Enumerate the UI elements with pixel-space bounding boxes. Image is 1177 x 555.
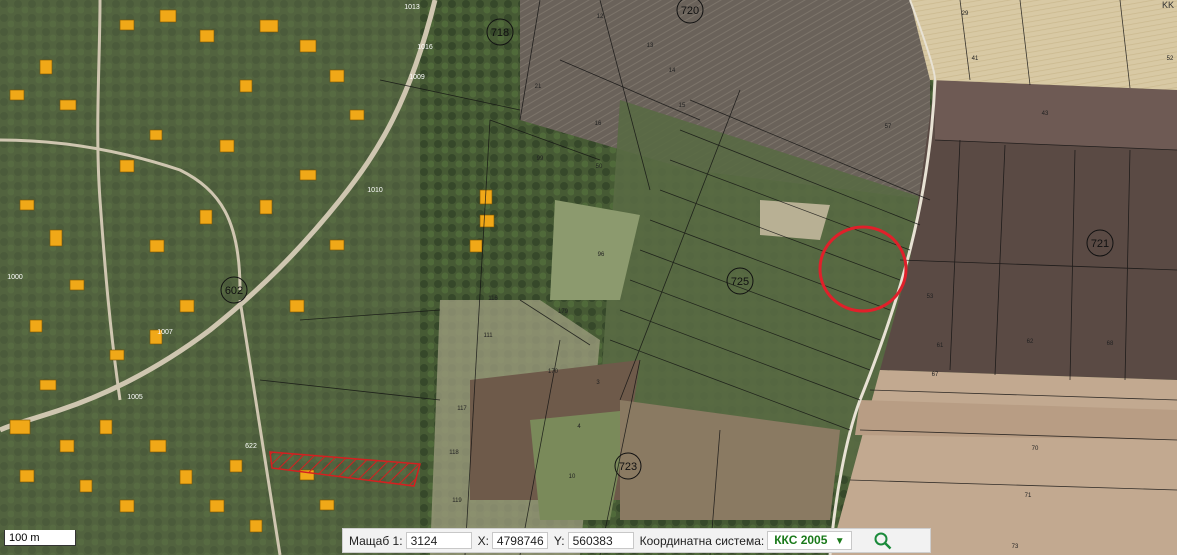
crs-value: ККС 2005 [774, 533, 828, 547]
parcel-subnumber: 118 [449, 450, 459, 456]
parcel-number-1010: 1010 [367, 187, 383, 194]
svg-text:1016: 1016 [417, 44, 433, 51]
scale-bar-label: 100 m [9, 532, 40, 544]
parcel-subnumber: 68 [1107, 341, 1114, 347]
parcel-subnumber: 15 [679, 103, 686, 109]
parcel-subnumber: 73 [1012, 544, 1019, 550]
parcel-subnumber: 29 [962, 11, 969, 17]
svg-text:1005: 1005 [127, 394, 143, 401]
parcel-number-1016: 1016 [417, 44, 433, 51]
coordinate-toolbar: Мащаб 1: 3124 X: 4798746 Y: 560383 Коорд… [342, 528, 931, 553]
svg-text:720: 720 [681, 5, 699, 17]
parcel-subnumber: 52 [1167, 56, 1174, 62]
parcel-subnumber: 62 [1027, 339, 1034, 345]
scale-label: Мащаб 1: [349, 533, 403, 548]
svg-text:1000: 1000 [7, 274, 23, 281]
parcel-subnumber: 57 [885, 124, 892, 130]
parcel-subnumber: 67 [932, 372, 939, 378]
y-label: Y: [553, 533, 565, 548]
corner-text: KK [1162, 0, 1174, 10]
svg-text:1009: 1009 [409, 74, 425, 81]
parcel-number-1007: 1007 [157, 329, 173, 336]
parcel-subnumber: 170 [548, 369, 559, 375]
svg-text:723: 723 [619, 461, 637, 473]
parcel-subnumber: 21 [535, 84, 542, 90]
svg-text:602: 602 [225, 285, 243, 297]
parcel-number-1013: 1013 [404, 4, 420, 11]
parcel-subnumber: 70 [1032, 446, 1039, 452]
x-label: X: [477, 533, 489, 548]
parcel-subnumber: 71 [1025, 493, 1032, 499]
search-icon[interactable] [872, 530, 894, 552]
parcel-number-1005: 1005 [127, 394, 143, 401]
parcel-subnumber: 43 [1042, 111, 1049, 117]
svg-text:721: 721 [1091, 238, 1109, 250]
parcel-number-1000: 1000 [7, 274, 23, 281]
parcel-subnumber: 41 [972, 56, 979, 62]
parcel-subnumber: 179 [558, 309, 569, 315]
parcel-subnumber: 12 [597, 14, 604, 20]
parcel-subnumber: 119 [452, 498, 462, 504]
parcel-subnumber: 10 [569, 474, 576, 480]
parcel-subnumber: 53 [927, 294, 934, 300]
svg-text:622: 622 [245, 443, 257, 450]
cadastral-map[interactable]: 7187207217257236026221009101010051013101… [0, 0, 1177, 555]
parcel-number-1009: 1009 [409, 74, 425, 81]
crs-label: Координатна система: [639, 533, 765, 548]
scale-input[interactable]: 3124 [405, 532, 472, 549]
svg-text:1013: 1013 [404, 4, 420, 11]
parcel-subnumber: 116 [488, 296, 498, 302]
parcel-subnumber: 14 [669, 68, 676, 74]
scale-bar: 100 m [4, 530, 76, 546]
svg-text:725: 725 [731, 276, 749, 288]
x-coordinate-field[interactable]: 4798746 [491, 532, 548, 549]
parcel-subnumber: 13 [647, 43, 654, 49]
svg-text:1010: 1010 [367, 187, 383, 194]
parcel-number-622: 622 [245, 443, 257, 450]
svg-text:718: 718 [491, 27, 509, 39]
parcel-subnumber: 99 [537, 156, 544, 162]
svg-text:1007: 1007 [157, 329, 173, 336]
parcel-subnumber: 61 [937, 343, 944, 349]
parcel-subnumber: 96 [598, 252, 605, 258]
parcel-subnumber: 111 [483, 333, 493, 339]
parcel-subnumber: 16 [595, 121, 602, 127]
parcel-subnumber: 50 [596, 164, 603, 170]
parcel-subnumber: 117 [457, 406, 467, 412]
crs-select[interactable]: ККС 2005 ▼ [767, 531, 852, 550]
caret-down-icon[interactable]: ▼ [835, 536, 845, 547]
y-coordinate-field[interactable]: 560383 [567, 532, 634, 549]
